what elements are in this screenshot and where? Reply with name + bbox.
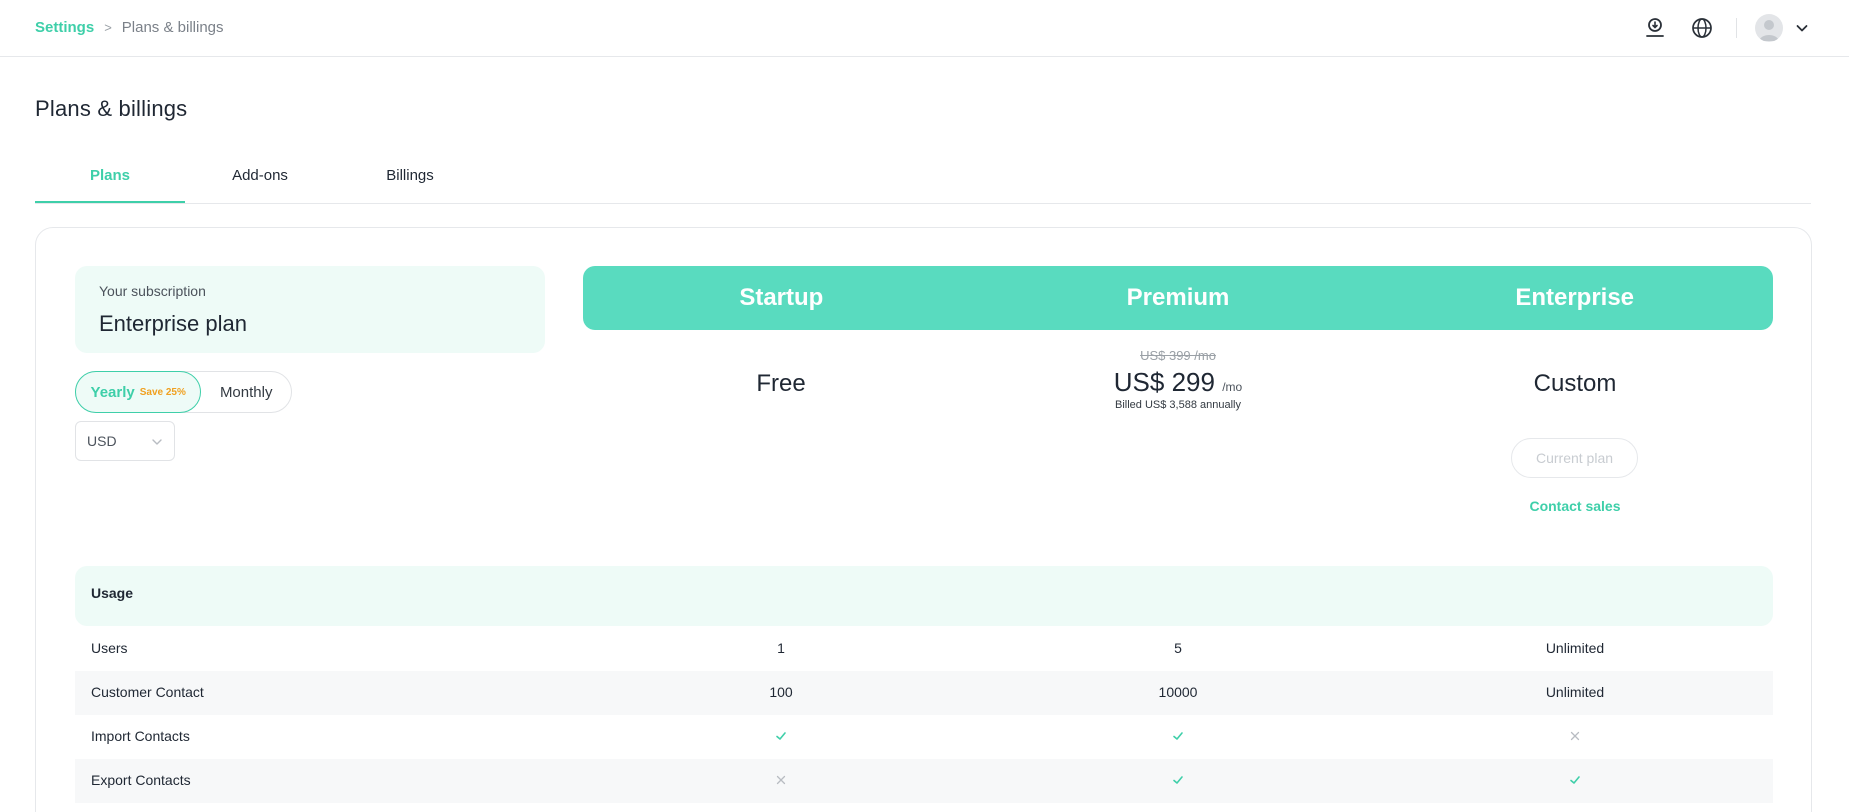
usage-section-header: Usage xyxy=(75,566,1773,626)
table-row: Import Contacts xyxy=(75,715,1773,759)
top-actions xyxy=(0,0,1849,57)
avatar-silhouette-icon xyxy=(1759,20,1779,41)
price-premium-current: US$ 299 /mo xyxy=(980,367,1376,398)
currency-select[interactable]: USD xyxy=(75,421,175,461)
feature-value-startup: 100 xyxy=(769,684,793,700)
contact-sales-link[interactable]: Contact sales xyxy=(1377,498,1773,514)
save-badge: Save 25% xyxy=(139,386,186,398)
user-download-icon[interactable] xyxy=(1643,16,1667,40)
price-premium-old: US$ 399 /mo xyxy=(1140,348,1216,363)
tab-billings[interactable]: Billings xyxy=(335,167,485,203)
usage-title: Usage xyxy=(91,585,134,601)
check-icon xyxy=(1173,732,1183,740)
table-row: Customer Contact 100 10000 Unlimited xyxy=(75,671,1773,715)
plan-name-startup: Startup xyxy=(739,284,824,311)
price-premium-note: Billed US$ 3,588 annually xyxy=(1115,399,1241,411)
table-row: Export Contacts xyxy=(75,759,1773,803)
page-title: Plans & billings xyxy=(35,96,188,121)
current-plan-button: Current plan xyxy=(1511,438,1638,478)
plans-card: Your subscription Enterprise plan Yearly… xyxy=(35,227,1812,812)
check-icon xyxy=(1570,776,1580,784)
toggle-monthly[interactable]: Monthly xyxy=(201,372,291,412)
feature-name: Export Contacts xyxy=(91,772,191,788)
plan-name-premium: Premium xyxy=(1126,284,1230,311)
top-bar: Settings > Plans & billings xyxy=(0,0,1849,57)
chevron-down-icon xyxy=(152,439,162,445)
cross-icon xyxy=(776,775,786,785)
feature-name: Customer Contact xyxy=(91,684,204,700)
feature-value-enterprise: Unlimited xyxy=(1545,684,1605,700)
feature-name: Users xyxy=(91,640,128,656)
billing-period-toggle: Yearly Save 25% Monthly xyxy=(75,371,292,413)
subscription-panel: Your subscription Enterprise plan xyxy=(75,266,545,353)
price-premium: US$ 399 /mo US$ 299 /mo Billed US$ 3,588… xyxy=(980,348,1376,411)
price-premium-unit: /mo xyxy=(1222,380,1243,394)
price-startup: Free xyxy=(756,370,806,397)
plan-header-bar: Startup Premium Enterprise xyxy=(583,266,1773,330)
topbar-divider xyxy=(1736,18,1737,38)
currency-value: USD xyxy=(87,433,117,449)
price-premium-amount: US$ 299 xyxy=(1113,367,1215,397)
toggle-yearly-label: Yearly xyxy=(90,383,135,401)
feature-value-premium: 5 xyxy=(1174,640,1182,656)
toggle-yearly[interactable]: Yearly Save 25% xyxy=(75,371,202,413)
feature-name: Import Contacts xyxy=(91,728,190,744)
cross-icon xyxy=(1570,731,1580,741)
avatar[interactable] xyxy=(1755,14,1783,42)
plan-name-enterprise: Enterprise xyxy=(1515,284,1635,311)
tab-plans[interactable]: Plans xyxy=(35,167,185,203)
table-row: Users 1 5 Unlimited xyxy=(75,627,1773,671)
feature-value-premium: 10000 xyxy=(1158,684,1198,700)
price-enterprise: Custom xyxy=(1533,370,1617,397)
tab-add-ons[interactable]: Add-ons xyxy=(185,167,335,203)
feature-value-startup: 1 xyxy=(777,640,785,656)
tab-bar: Plans Add-ons Billings xyxy=(35,159,1811,204)
chevron-down-icon[interactable] xyxy=(1794,20,1810,36)
subscription-label: Your subscription xyxy=(99,283,206,299)
globe-icon[interactable] xyxy=(1690,16,1714,40)
check-icon xyxy=(776,732,786,740)
check-icon xyxy=(1173,776,1183,784)
feature-value-enterprise: Unlimited xyxy=(1545,640,1605,656)
subscription-plan: Enterprise plan xyxy=(99,311,247,336)
